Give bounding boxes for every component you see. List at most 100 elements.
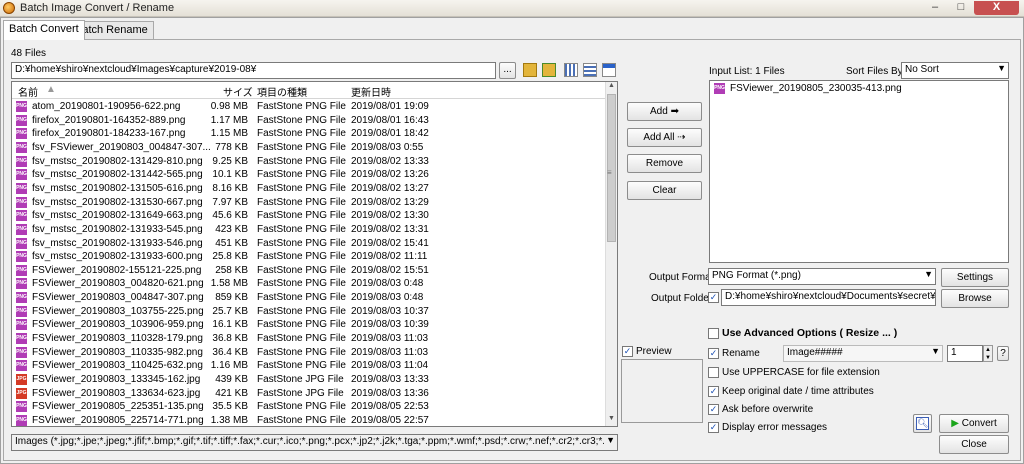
- cell-date: 2019/08/03 10:37: [351, 305, 429, 317]
- list-item[interactable]: PNG FSViewer_20190805_230035-413.png: [710, 83, 1000, 97]
- png-file-icon: PNG: [16, 401, 27, 413]
- column-name[interactable]: 名前: [18, 84, 38, 99]
- cell-size: 451 KB: [215, 237, 248, 249]
- details-view-icon[interactable]: [602, 63, 616, 77]
- path-input[interactable]: D:¥home¥shiro¥nextcloud¥Images¥capture¥2…: [11, 62, 496, 79]
- table-row[interactable]: PNG FSViewer_20190805_225351-135.png 35.5 …: [12, 401, 607, 415]
- add-all-button[interactable]: Add All ⇢: [627, 128, 702, 147]
- help-button[interactable]: ?: [997, 346, 1009, 361]
- tab-batch-convert[interactable]: Batch Convert: [3, 20, 85, 40]
- sort-select[interactable]: No Sort ▼: [901, 62, 1009, 79]
- add-button-label: Add: [650, 106, 668, 117]
- display-errors-checkbox[interactable]: ✓: [708, 422, 719, 433]
- cell-size: 1.17 MB: [210, 114, 248, 126]
- cell-date: 2019/08/03 11:03: [351, 333, 429, 345]
- column-date[interactable]: 更新日時: [351, 84, 391, 99]
- output-format-select[interactable]: PNG Format (*.png) ▼: [708, 268, 936, 285]
- keep-date-checkbox[interactable]: ✓: [708, 386, 719, 397]
- convert-button[interactable]: ▶ Convert: [939, 414, 1009, 433]
- cell-name: FSViewer_20190803_103906-959.png: [32, 319, 204, 331]
- rename-pattern-select[interactable]: Image##### ▼: [783, 345, 943, 362]
- table-row[interactable]: PNG fsv_mstsc_20190802-131933-600.png 25.8…: [12, 251, 607, 265]
- table-row[interactable]: PNG FSViewer_20190802-155121-225.png 258 K…: [12, 264, 607, 279]
- rename-checkbox[interactable]: ✓: [708, 348, 719, 359]
- table-row[interactable]: PNG fsv_mstsc_20190802-131933-545.png 423 …: [12, 223, 607, 238]
- table-row[interactable]: PNG FSViewer_20190803_103755-225.png 25.7 …: [12, 305, 607, 320]
- list-view-icon[interactable]: [583, 63, 597, 77]
- thumbnail-view-icon[interactable]: [564, 63, 578, 77]
- advanced-options-checkbox[interactable]: [708, 328, 719, 339]
- table-row[interactable]: PNG FSViewer_20190803_004847-307.png 859 K…: [12, 292, 607, 306]
- table-row[interactable]: PNG firefox_20190801-164352-889.png 1.17 M…: [12, 114, 607, 129]
- cell-type: FastStone PNG File: [257, 251, 346, 263]
- convert-button-label: Convert: [961, 418, 997, 429]
- file-filter-select[interactable]: Images (*.jpg;*.jpe;*.jpeg;*.jfif;*.bmp;…: [11, 434, 618, 451]
- table-row[interactable]: PNG fsv_mstsc_20190802-131505-616.png 8.16…: [12, 182, 607, 197]
- png-file-icon: PNG: [16, 278, 27, 290]
- add-button[interactable]: Add ➡: [627, 102, 702, 121]
- cell-type: FastStone PNG File: [257, 346, 346, 358]
- png-file-icon: PNG: [16, 292, 27, 304]
- table-row[interactable]: PNG fsv_FSViewer_20190803_004847-307... 77…: [12, 141, 607, 156]
- table-row[interactable]: PNG FSViewer_20190803_103906-959.png 16.1 …: [12, 319, 607, 333]
- table-row[interactable]: PNG FSViewer_20190803_110328-179.png 36.8 …: [12, 333, 607, 347]
- output-folder-checkbox[interactable]: ✓: [708, 292, 719, 303]
- table-row[interactable]: PNG FSViewer_20190803_004820-621.png 1.58 …: [12, 278, 607, 292]
- preview-search-button[interactable]: 🔍︎: [913, 414, 932, 433]
- table-row[interactable]: JPG FSViewer_20190803_133345-162.jpg 439 K…: [12, 374, 607, 388]
- remove-button[interactable]: Remove: [627, 154, 702, 173]
- rename-label: Rename: [722, 348, 760, 359]
- clear-button[interactable]: Clear: [627, 181, 702, 200]
- file-list-scrollbar[interactable]: ▲ ▼: [605, 82, 617, 426]
- close-button[interactable]: Close: [939, 435, 1009, 454]
- cell-date: 2019/08/03 11:03: [351, 346, 429, 358]
- splitter-grip-icon[interactable]: ≡: [607, 168, 613, 178]
- input-list[interactable]: PNG FSViewer_20190805_230035-413.png: [709, 80, 1009, 263]
- png-file-icon: PNG: [16, 210, 27, 222]
- scroll-up-arrow-icon[interactable]: ▲: [606, 82, 617, 93]
- scroll-down-arrow-icon[interactable]: ▼: [606, 415, 617, 426]
- cell-name: fsv_mstsc_20190802-131933-546.png: [32, 237, 203, 249]
- keep-date-label: Keep original date / time attributes: [722, 386, 874, 397]
- table-row[interactable]: PNG fsv_mstsc_20190802-131442-565.png 10.1…: [12, 169, 607, 183]
- column-size[interactable]: サイズ: [223, 84, 253, 99]
- table-row[interactable]: JPG FSViewer_20190803_133634-623.jpg 421 K…: [12, 387, 607, 402]
- table-row[interactable]: PNG FSViewer_20190803_110335-982.png 36.4 …: [12, 346, 607, 361]
- png-file-icon: PNG: [16, 346, 27, 358]
- table-row[interactable]: PNG fsv_mstsc_20190802-131649-663.png 45.6…: [12, 210, 607, 224]
- rename-start-input[interactable]: 1: [947, 345, 983, 362]
- table-row[interactable]: PNG fsv_mstsc_20190802-131429-810.png 9.25…: [12, 155, 607, 170]
- settings-button[interactable]: Settings: [941, 268, 1009, 287]
- table-row[interactable]: PNG fsv_mstsc_20190802-131933-546.png 451 …: [12, 237, 607, 252]
- table-row[interactable]: PNG fsv_mstsc_20190802-131530-667.png 7.97…: [12, 196, 607, 211]
- maximize-button[interactable]: □: [948, 1, 974, 15]
- folder-refresh-icon[interactable]: [542, 63, 556, 77]
- cell-date: 2019/08/02 15:41: [351, 237, 429, 249]
- uppercase-label: Use UPPERCASE for file extension: [722, 367, 880, 378]
- preview-checkbox[interactable]: ✓: [622, 346, 633, 357]
- folder-up-icon[interactable]: [523, 63, 537, 77]
- cell-name: fsv_mstsc_20190802-131933-545.png: [32, 223, 203, 235]
- cell-name: atom_20190801-190956-622.png: [32, 101, 181, 112]
- column-type[interactable]: 項目の種類: [257, 84, 307, 99]
- browse-button[interactable]: Browse: [941, 289, 1009, 308]
- output-folder-input[interactable]: D:¥home¥shiro¥nextcloud¥Documents¥secret…: [721, 289, 936, 306]
- cell-size: 1.16 MB: [210, 360, 248, 372]
- file-list[interactable]: 名前 ▲ サイズ 項目の種類 更新日時 PNG atom_20190801-190…: [11, 81, 618, 427]
- rename-start-stepper[interactable]: ▲ ▼: [983, 345, 993, 362]
- path-browse-button[interactable]: ...: [499, 62, 516, 79]
- uppercase-checkbox[interactable]: [708, 367, 719, 378]
- table-row[interactable]: PNG FSViewer_20190803_110425-632.png 1.16 …: [12, 360, 607, 374]
- cell-name: fsv_FSViewer_20190803_004847-307...: [32, 141, 211, 153]
- table-row[interactable]: PNG firefox_20190801-184233-167.png 1.15 M…: [12, 128, 607, 142]
- png-file-icon: PNG: [16, 114, 27, 126]
- table-row[interactable]: PNG FSViewer_20190805_225714-771.png 1.38 …: [12, 414, 607, 426]
- close-window-button[interactable]: X: [974, 1, 1019, 15]
- stepper-down-icon[interactable]: ▼: [984, 354, 992, 362]
- app-icon: [3, 2, 15, 14]
- minimize-button[interactable]: –: [922, 1, 948, 15]
- ask-overwrite-checkbox[interactable]: ✓: [708, 404, 719, 415]
- table-row[interactable]: PNG atom_20190801-190956-622.png 0.98 MB Fa…: [12, 101, 607, 115]
- jpg-file-icon: JPG: [16, 374, 27, 385]
- stepper-up-icon[interactable]: ▲: [984, 346, 992, 354]
